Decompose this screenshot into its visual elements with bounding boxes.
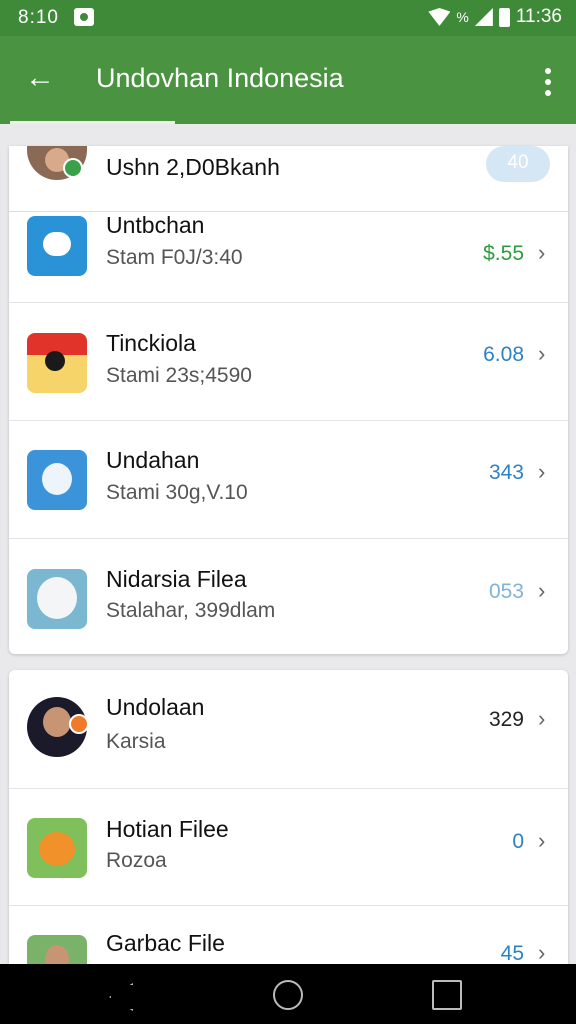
notification-icon — [74, 8, 94, 26]
list-item-title: Ushn 2,D0Bkanh — [106, 154, 280, 180]
nav-back-icon[interactable] — [106, 980, 136, 1010]
smiley-app-icon — [27, 569, 87, 629]
status-time: 8:10 — [18, 7, 59, 28]
list-card-primary: Ushn 2,D0Bkanh 40 Untbchan Stam F0J/3:40… — [9, 146, 568, 654]
list-item-header[interactable]: Ushn 2,D0Bkanh 40 — [9, 146, 568, 212]
count-badge: 40 — [486, 146, 550, 182]
ghost-app-icon — [27, 450, 87, 510]
chevron-right-icon: › — [538, 706, 546, 731]
list-item-subtitle: Rozoa — [106, 849, 167, 872]
chat-app-icon — [27, 216, 87, 276]
photo-app-icon — [27, 333, 87, 393]
list-item-value: 343 — [488, 461, 524, 484]
list-item-subtitle: Stam F0J/3:40 — [106, 246, 243, 269]
list-item-value: 45 — [500, 942, 524, 965]
chevron-right-icon: › — [538, 459, 546, 484]
signal-icon — [474, 8, 493, 26]
chevron-right-icon: › — [538, 578, 546, 603]
list-item[interactable]: Untbchan Stam F0J/3:40 $.55 › — [9, 212, 568, 303]
system-nav-bar — [0, 964, 576, 1024]
list-item[interactable]: Undolaan Karsia 329 › — [9, 670, 568, 789]
list-item-subtitle: Stalahar, 399dlam — [106, 599, 276, 622]
list-item-title: Nidarsia Filea — [106, 566, 247, 592]
list-item[interactable]: Tinckiola Stami 23s;4590 6.08 › — [9, 303, 568, 421]
wifi-icon — [428, 8, 451, 26]
overflow-menu-icon[interactable] — [538, 62, 558, 102]
list-item-subtitle: Stami 30g,V.10 — [106, 481, 248, 504]
list-item-title: Undolaan — [106, 694, 205, 720]
status-right: % 11:36 — [428, 6, 562, 28]
app-bar: ← Undovhan Indonesia — [0, 36, 576, 124]
chevron-right-icon: › — [538, 940, 546, 965]
list-item-title: Untbchan — [106, 212, 205, 238]
list-item[interactable]: Nidarsia Filea Stalahar, 399dlam 053 › — [9, 539, 568, 654]
signal-percent: % — [456, 9, 469, 25]
back-arrow-icon[interactable]: ← — [20, 60, 60, 100]
list-item-value: 6.08 — [483, 343, 524, 366]
list-item-value: 0 — [512, 830, 524, 853]
list-item-subtitle: Stami 23s;4590 — [106, 364, 252, 387]
status-clock: 11:36 — [515, 6, 562, 27]
list-item-title: Garbac File — [106, 930, 225, 956]
chevron-right-icon: › — [538, 240, 546, 265]
verified-badge-icon — [69, 714, 89, 734]
orange-app-icon — [27, 818, 87, 878]
list-card-secondary: Undolaan Karsia 329 › Hotian Filee Rozoa… — [9, 670, 568, 970]
list-item[interactable]: Garbac File 45 › — [9, 906, 568, 970]
list-item-value: 329 — [488, 708, 524, 731]
nav-recents-icon[interactable] — [432, 980, 462, 1010]
battery-icon — [498, 7, 510, 27]
list-item[interactable]: Undahan Stami 30g,V.10 343 › — [9, 421, 568, 539]
list-item-subtitle: Karsia — [106, 730, 166, 753]
chevron-right-icon: › — [538, 828, 546, 853]
nav-home-icon[interactable] — [273, 980, 303, 1010]
tab-indicator — [10, 121, 175, 124]
page-title: Undovhan Indonesia — [96, 63, 344, 93]
online-badge-icon — [63, 158, 83, 178]
chevron-right-icon: › — [538, 341, 546, 366]
list-item-value: 053 — [488, 580, 524, 603]
list-item-title: Undahan — [106, 447, 200, 473]
status-bar: 8:10 % 11:36 — [0, 0, 576, 36]
list-item[interactable]: Hotian Filee Rozoa 0 › — [9, 789, 568, 906]
list-item-title: Hotian Filee — [106, 816, 229, 842]
list-item-title: Tinckiola — [106, 330, 196, 356]
list-item-value: $.55 — [483, 242, 524, 265]
